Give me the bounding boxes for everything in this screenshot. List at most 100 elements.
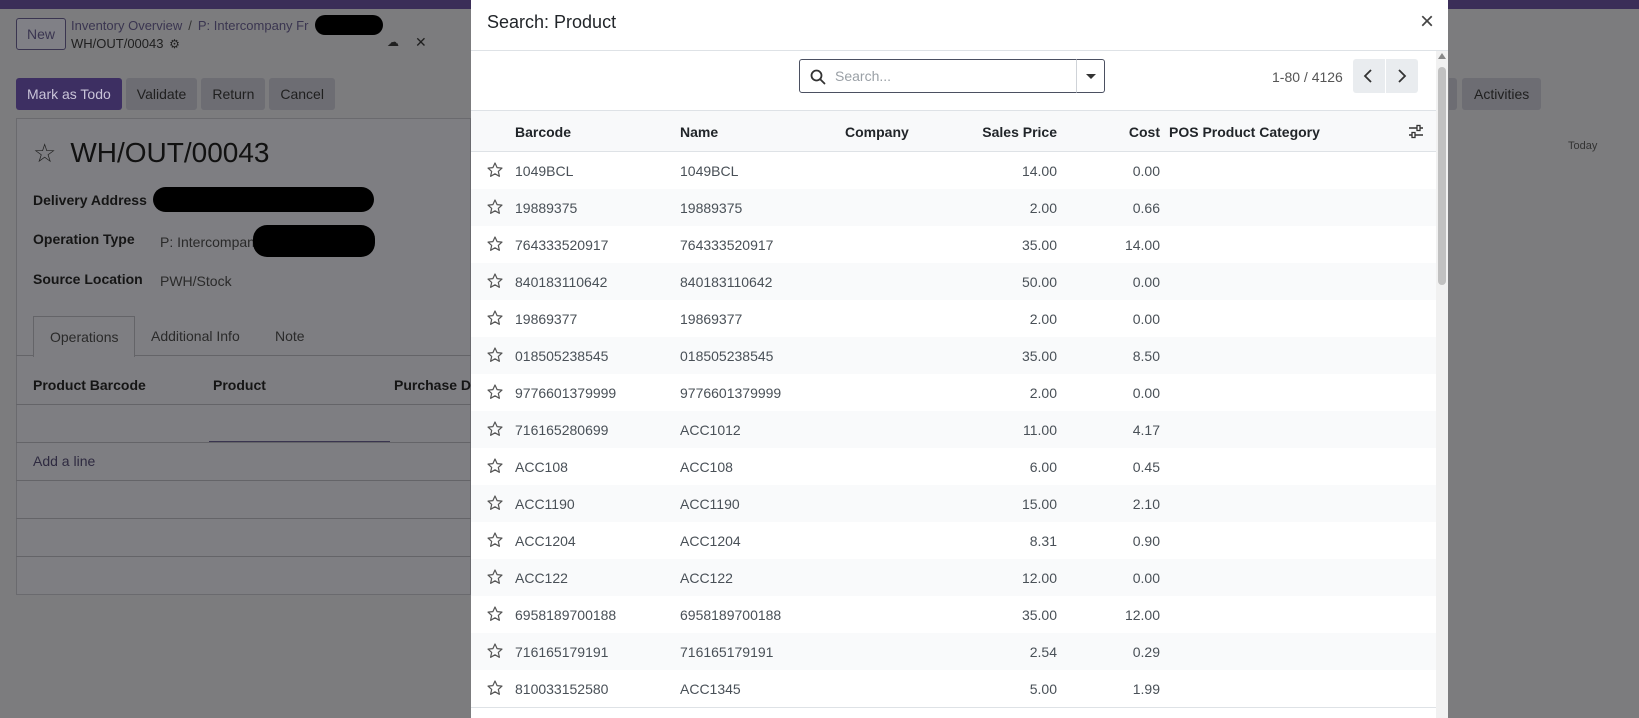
- chatter-button-edge[interactable]: [1449, 78, 1457, 110]
- col-company[interactable]: Company: [845, 124, 909, 140]
- star-icon[interactable]: [487, 236, 503, 252]
- pager-next-button[interactable]: [1386, 59, 1418, 93]
- product-field-underline: [209, 441, 390, 442]
- table-row[interactable]: 19869377 19869377 2.00 0.00: [471, 300, 1436, 338]
- table-row[interactable]: 9776601379999 9776601379999 2.00 0.00: [471, 374, 1436, 412]
- breadcrumb: Inventory Overview / P: Intercompany Fr: [71, 18, 308, 33]
- col-product-barcode[interactable]: Product Barcode: [33, 377, 146, 393]
- operation-type-label: Operation Type: [33, 231, 135, 247]
- discard-icon[interactable]: ✕: [415, 34, 427, 51]
- operation-row[interactable]: [16, 405, 471, 443]
- table-row[interactable]: ACC108 ACC108 6.00 0.45: [471, 448, 1436, 486]
- pager-previous-button[interactable]: [1353, 59, 1385, 93]
- validate-button[interactable]: Validate: [125, 78, 198, 110]
- status-actions: Mark as Todo Validate Return Cancel: [16, 78, 335, 110]
- cell-name: ACC1345: [680, 681, 741, 697]
- record-title-text: WH/OUT/00043: [70, 137, 270, 168]
- today-label: Today: [1568, 140, 1598, 152]
- table-row[interactable]: 810033152580 ACC1345 5.00 1.99: [471, 670, 1436, 708]
- cloud-upload-icon[interactable]: ☁: [387, 35, 399, 49]
- scroll-thumb[interactable]: [1438, 67, 1446, 285]
- tab-additional-info[interactable]: Additional Info: [151, 316, 240, 356]
- cell-cost: 12.00: [1124, 607, 1160, 623]
- operation-type-value[interactable]: P: Intercompany: [160, 234, 262, 250]
- close-icon[interactable]: ×: [1415, 10, 1439, 34]
- pager-value[interactable]: 1-80 / 4126: [1272, 69, 1343, 85]
- table-row[interactable]: ACC122 ACC122 12.00 0.00: [471, 559, 1436, 597]
- operation-row: [16, 519, 471, 557]
- col-sales-price[interactable]: Sales Price: [945, 124, 1057, 140]
- col-barcode[interactable]: Barcode: [515, 124, 571, 140]
- star-icon[interactable]: ☆: [33, 138, 56, 168]
- search-panel: 1-80 / 4126: [471, 51, 1436, 111]
- gear-icon[interactable]: ⚙: [169, 37, 180, 51]
- search-input[interactable]: [835, 60, 1065, 92]
- star-icon[interactable]: [487, 310, 503, 326]
- cell-barcode: 764333520917: [515, 237, 609, 253]
- table-row[interactable]: 19889375 19889375 2.00 0.66: [471, 189, 1436, 227]
- tab-note[interactable]: Note: [275, 316, 305, 356]
- record-name: WH/OUT/00043 ⚙: [71, 36, 180, 51]
- source-location-label: Source Location: [33, 271, 143, 287]
- table-row[interactable]: 840183110642 840183110642 50.00 0.00: [471, 263, 1436, 301]
- star-icon[interactable]: [487, 532, 503, 548]
- breadcrumb-current[interactable]: P: Intercompany Fr: [198, 18, 309, 33]
- activities-button[interactable]: Activities: [1462, 78, 1542, 110]
- table-row[interactable]: 716165179191 716165179191 2.54 0.29: [471, 633, 1436, 671]
- table-row[interactable]: 716165280699 ACC1012 11.00 4.17: [471, 411, 1436, 449]
- star-icon[interactable]: [487, 680, 503, 696]
- col-product[interactable]: Product: [213, 377, 266, 393]
- mark-as-todo-button[interactable]: Mark as Todo: [16, 78, 122, 110]
- table-row[interactable]: 6958189700188 6958189700188 35.00 12.00: [471, 596, 1436, 634]
- star-icon[interactable]: [487, 495, 503, 511]
- col-name[interactable]: Name: [680, 124, 718, 140]
- star-icon[interactable]: [487, 643, 503, 659]
- table-row[interactable]: 1049BCL 1049BCL 14.00 0.00: [471, 152, 1436, 190]
- operations-header: Product Barcode Product Purchase De: [16, 365, 479, 405]
- cell-cost: 1.99: [1132, 681, 1160, 697]
- breadcrumb-separator: /: [188, 18, 192, 33]
- cell-barcode: 840183110642: [515, 274, 608, 290]
- cell-sales-price: 50.00: [1021, 274, 1057, 290]
- col-pos-category[interactable]: POS Product Category: [1169, 124, 1320, 140]
- breadcrumb-parent[interactable]: Inventory Overview: [71, 18, 182, 33]
- star-icon[interactable]: [487, 569, 503, 585]
- star-icon[interactable]: [487, 458, 503, 474]
- star-icon[interactable]: [487, 162, 503, 178]
- search-box[interactable]: [799, 59, 1077, 93]
- cell-name: 6958189700188: [680, 607, 782, 623]
- new-button[interactable]: New: [16, 18, 67, 50]
- sliders-icon[interactable]: [1408, 124, 1424, 140]
- table-row[interactable]: ACC1190 ACC1190 15.00 2.10: [471, 485, 1436, 523]
- search-options-toggle[interactable]: [1076, 59, 1105, 93]
- star-icon[interactable]: [487, 421, 503, 437]
- tab-operations[interactable]: Operations: [33, 316, 136, 357]
- record-name-text: WH/OUT/00043: [71, 36, 164, 51]
- table-row[interactable]: 018505238545 018505238545 35.00 8.50: [471, 337, 1436, 375]
- star-icon[interactable]: [487, 606, 503, 622]
- product-list: Barcode Name Company Sales Price Cost PO…: [471, 111, 1436, 718]
- cell-barcode: 19869377: [515, 311, 578, 327]
- scroll-up-arrow[interactable]: [1438, 53, 1446, 59]
- star-icon[interactable]: [487, 384, 503, 400]
- cell-sales-price: 2.54: [1029, 644, 1057, 660]
- col-cost[interactable]: Cost: [1060, 124, 1160, 140]
- star-icon[interactable]: [487, 199, 503, 215]
- redaction-mark: [253, 225, 375, 257]
- redaction-mark: [315, 15, 383, 35]
- return-button[interactable]: Return: [201, 78, 266, 110]
- cancel-button[interactable]: Cancel: [269, 78, 335, 110]
- cell-cost: 0.00: [1132, 570, 1160, 586]
- star-icon[interactable]: [487, 347, 503, 363]
- table-row[interactable]: 764333520917 764333520917 35.00 14.00: [471, 226, 1436, 264]
- col-purchase-description[interactable]: Purchase De: [394, 377, 479, 393]
- table-row[interactable]: ACC1204 ACC1204 8.31 0.90: [471, 522, 1436, 560]
- scrollbar[interactable]: [1436, 51, 1448, 718]
- delivery-address-label: Delivery Address: [33, 192, 147, 208]
- cell-name: ACC122: [680, 570, 733, 586]
- star-icon[interactable]: [487, 273, 503, 289]
- cell-name: 764333520917: [680, 237, 774, 253]
- cell-cost: 0.45: [1132, 459, 1160, 475]
- source-location-value[interactable]: PWH/Stock: [160, 273, 232, 289]
- search-product-dialog: Search: Product × 1-80 / 4126 Barcode Na…: [471, 0, 1448, 718]
